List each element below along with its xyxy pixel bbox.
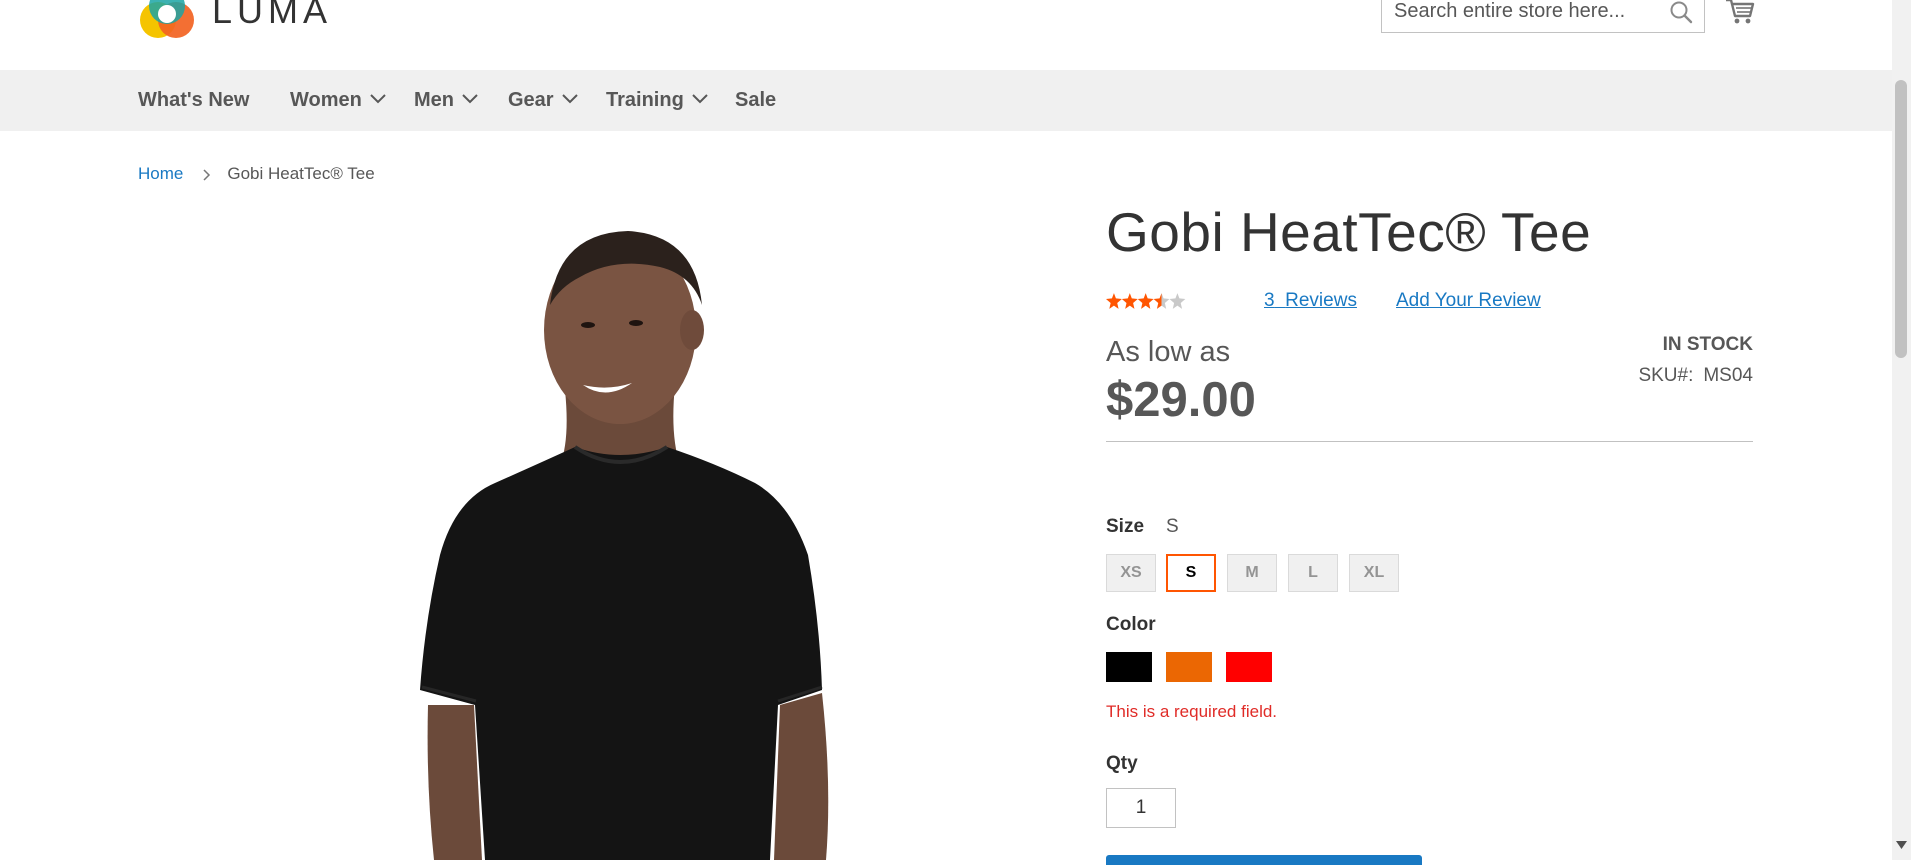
- nav-item-label: Training: [606, 89, 684, 111]
- search-box[interactable]: [1381, 0, 1705, 33]
- chevron-down-icon: [692, 94, 708, 104]
- size-label: Size: [1106, 516, 1145, 537]
- nav-item-gear[interactable]: Gear: [508, 70, 578, 131]
- search-input[interactable]: [1394, 0, 1664, 32]
- cart-icon[interactable]: [1725, 0, 1755, 26]
- star-icon: [1137, 293, 1154, 309]
- main-nav: What's New Women Men Gear Training Sale: [0, 70, 1892, 131]
- logo-text: LUMA: [212, 0, 333, 31]
- chevron-down-icon: [561, 94, 578, 104]
- scroll-down-arrow-icon[interactable]: [1896, 840, 1907, 850]
- rating-stars: [1106, 293, 1186, 309]
- search-icon[interactable]: [1668, 0, 1694, 25]
- color-swatch-black[interactable]: [1106, 652, 1152, 682]
- breadcrumb: Home Gobi HeatTec® Tee: [138, 162, 375, 186]
- nav-item-women[interactable]: Women: [290, 70, 386, 131]
- color-swatch-orange[interactable]: [1166, 652, 1212, 682]
- divider: [1106, 441, 1753, 442]
- star-empty-icon: [1169, 293, 1186, 309]
- size-swatch-xl[interactable]: XL: [1349, 554, 1399, 592]
- star-icon: [1106, 293, 1122, 309]
- size-swatch-l[interactable]: L: [1288, 554, 1338, 592]
- color-error-message: This is a required field.: [1106, 702, 1278, 721]
- price-prefix: As low as: [1106, 336, 1231, 368]
- nav-item-label: Gear: [508, 89, 554, 111]
- scrollbar-thumb[interactable]: [1895, 80, 1907, 358]
- star-half-icon: [1153, 293, 1170, 309]
- nav-item-men[interactable]: Men: [414, 70, 478, 131]
- nav-item-label: Men: [414, 89, 454, 111]
- reviews-link[interactable]: 3 Reviews: [1264, 288, 1357, 314]
- breadcrumb-home-link[interactable]: Home: [138, 164, 183, 183]
- qty-input[interactable]: [1106, 788, 1176, 828]
- reviews-count: 3: [1264, 290, 1275, 311]
- color-label: Color: [1106, 614, 1156, 635]
- sku-label: SKU#:: [1638, 365, 1694, 386]
- qty-label: Qty: [1106, 753, 1138, 774]
- nav-item-label: What's New: [138, 89, 250, 111]
- product-image[interactable]: [370, 225, 860, 860]
- reviews-label: Reviews: [1285, 290, 1357, 311]
- add-review-link[interactable]: Add Your Review: [1396, 288, 1541, 314]
- nav-item-training[interactable]: Training: [606, 70, 708, 131]
- nav-item-label: Sale: [735, 89, 777, 111]
- chevron-right-icon: [203, 168, 211, 181]
- star-icon: [1121, 293, 1138, 309]
- size-swatch-m[interactable]: M: [1227, 554, 1277, 592]
- luma-logo-icon: [140, 0, 194, 38]
- product-price: $29.00: [1106, 373, 1256, 427]
- size-selected-value: S: [1166, 516, 1179, 537]
- nav-item-label: Women: [290, 89, 362, 111]
- size-swatch-xs[interactable]: XS: [1106, 554, 1156, 592]
- nav-item-whats-new[interactable]: What's New: [138, 70, 249, 131]
- chevron-down-icon: [462, 94, 478, 104]
- breadcrumb-current: Gobi HeatTec® Tee: [227, 164, 375, 183]
- stock-status: In stock: [1662, 334, 1753, 355]
- sku: SKU#: MS04: [1560, 365, 1753, 387]
- nav-item-sale[interactable]: Sale: [735, 70, 776, 131]
- color-swatch-red[interactable]: [1226, 652, 1272, 682]
- page-scrollbar[interactable]: [1892, 0, 1911, 860]
- luma-logo[interactable]: LUMA: [138, 0, 338, 40]
- size-swatch-s[interactable]: S: [1166, 554, 1216, 592]
- chevron-down-icon: [370, 94, 386, 104]
- page-title: Gobi HeatTec® Tee: [1106, 201, 1592, 263]
- sku-value: MS04: [1703, 365, 1753, 386]
- add-to-cart-button[interactable]: [1106, 855, 1422, 865]
